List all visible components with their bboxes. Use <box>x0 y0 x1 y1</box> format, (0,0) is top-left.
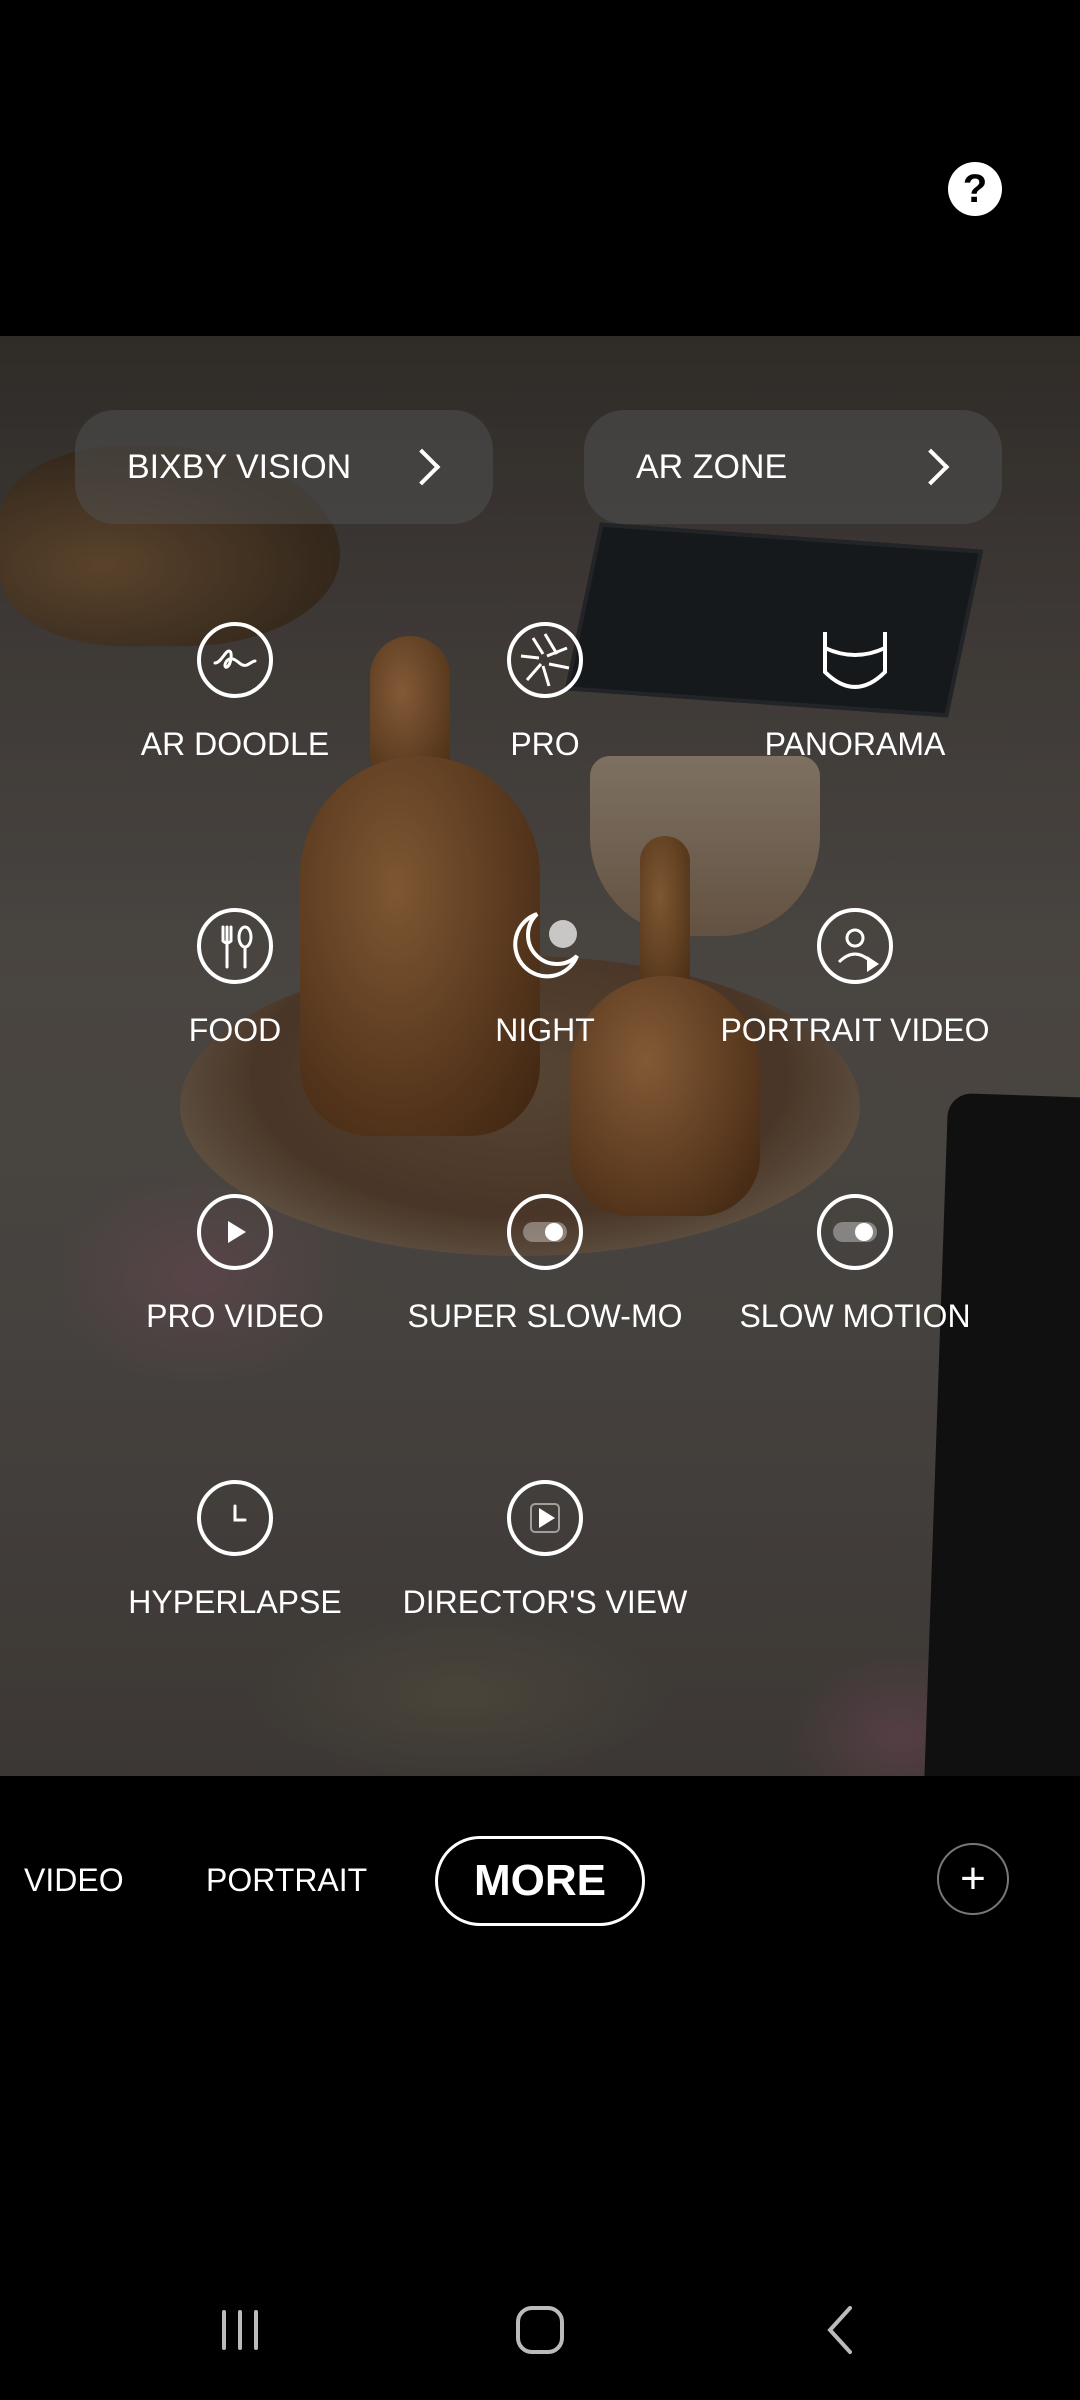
nav-home-button[interactable] <box>510 2300 570 2360</box>
panorama-icon <box>817 622 893 698</box>
top-bar: ? <box>0 0 1080 336</box>
tab-portrait[interactable]: PORTRAIT <box>206 1862 367 1899</box>
mode-label: NIGHT <box>495 1012 595 1048</box>
bixby-vision-button[interactable]: BIXBY VISION <box>75 410 493 524</box>
mode-slow-motion[interactable]: SLOW MOTION <box>695 1194 1015 1354</box>
mode-label: PORTRAIT VIDEO <box>720 1012 990 1048</box>
nav-recents-button[interactable] <box>210 2300 270 2360</box>
mode-pro[interactable]: PRO <box>385 622 705 782</box>
mode-ar-doodle[interactable]: AR DOODLE <box>75 622 395 782</box>
food-icon <box>197 908 273 984</box>
add-mode-button[interactable]: + <box>937 1843 1009 1915</box>
toggle-icon <box>507 1194 583 1270</box>
chevron-right-icon <box>912 448 950 486</box>
mode-portrait-video[interactable]: PORTRAIT VIDEO <box>695 908 1015 1068</box>
mode-food[interactable]: FOOD <box>75 908 395 1068</box>
timer-icon <box>197 1480 273 1556</box>
mode-label: FOOD <box>188 1012 282 1048</box>
mode-hyperlapse[interactable]: HYPERLAPSE <box>75 1480 395 1640</box>
director-view-icon <box>507 1480 583 1556</box>
plus-icon: + <box>960 1854 986 1903</box>
mode-label: HYPERLAPSE <box>128 1584 342 1620</box>
home-icon <box>516 2306 564 2354</box>
tab-more[interactable]: MORE <box>435 1836 645 1926</box>
mode-directors-view[interactable]: DIRECTOR'S VIEW <box>385 1480 705 1640</box>
toggle-icon <box>817 1194 893 1270</box>
mode-panorama[interactable]: PANORAMA <box>695 622 1015 782</box>
help-button[interactable]: ? <box>948 162 1002 216</box>
ar-zone-label: AR ZONE <box>636 447 788 486</box>
mode-label: SUPER SLOW-MO <box>407 1298 683 1334</box>
moon-icon <box>507 908 583 984</box>
mode-super-slow-mo[interactable]: SUPER SLOW-MO <box>385 1194 705 1354</box>
play-icon <box>197 1194 273 1270</box>
mode-label: AR DOODLE <box>140 726 330 762</box>
back-icon <box>827 2306 852 2354</box>
mode-night[interactable]: NIGHT <box>385 908 705 1068</box>
mode-label: SLOW MOTION <box>739 1298 971 1334</box>
mode-pro-video[interactable]: PRO VIDEO <box>75 1194 395 1354</box>
ar-doodle-icon <box>197 622 273 698</box>
nav-back-button[interactable] <box>810 2300 870 2360</box>
mode-label: DIRECTOR'S VIEW <box>402 1584 688 1620</box>
portrait-video-icon <box>817 908 893 984</box>
tab-video[interactable]: VIDEO <box>24 1862 124 1899</box>
chevron-right-icon <box>403 448 441 486</box>
recents-icon <box>222 2310 258 2350</box>
mode-label: PANORAMA <box>764 726 946 762</box>
mode-label: PRO VIDEO <box>146 1298 324 1334</box>
ar-zone-button[interactable]: AR ZONE <box>584 410 1002 524</box>
bixby-vision-label: BIXBY VISION <box>127 447 352 486</box>
mode-label: PRO <box>510 726 580 762</box>
help-icon: ? <box>962 166 988 211</box>
aperture-icon <box>507 622 583 698</box>
